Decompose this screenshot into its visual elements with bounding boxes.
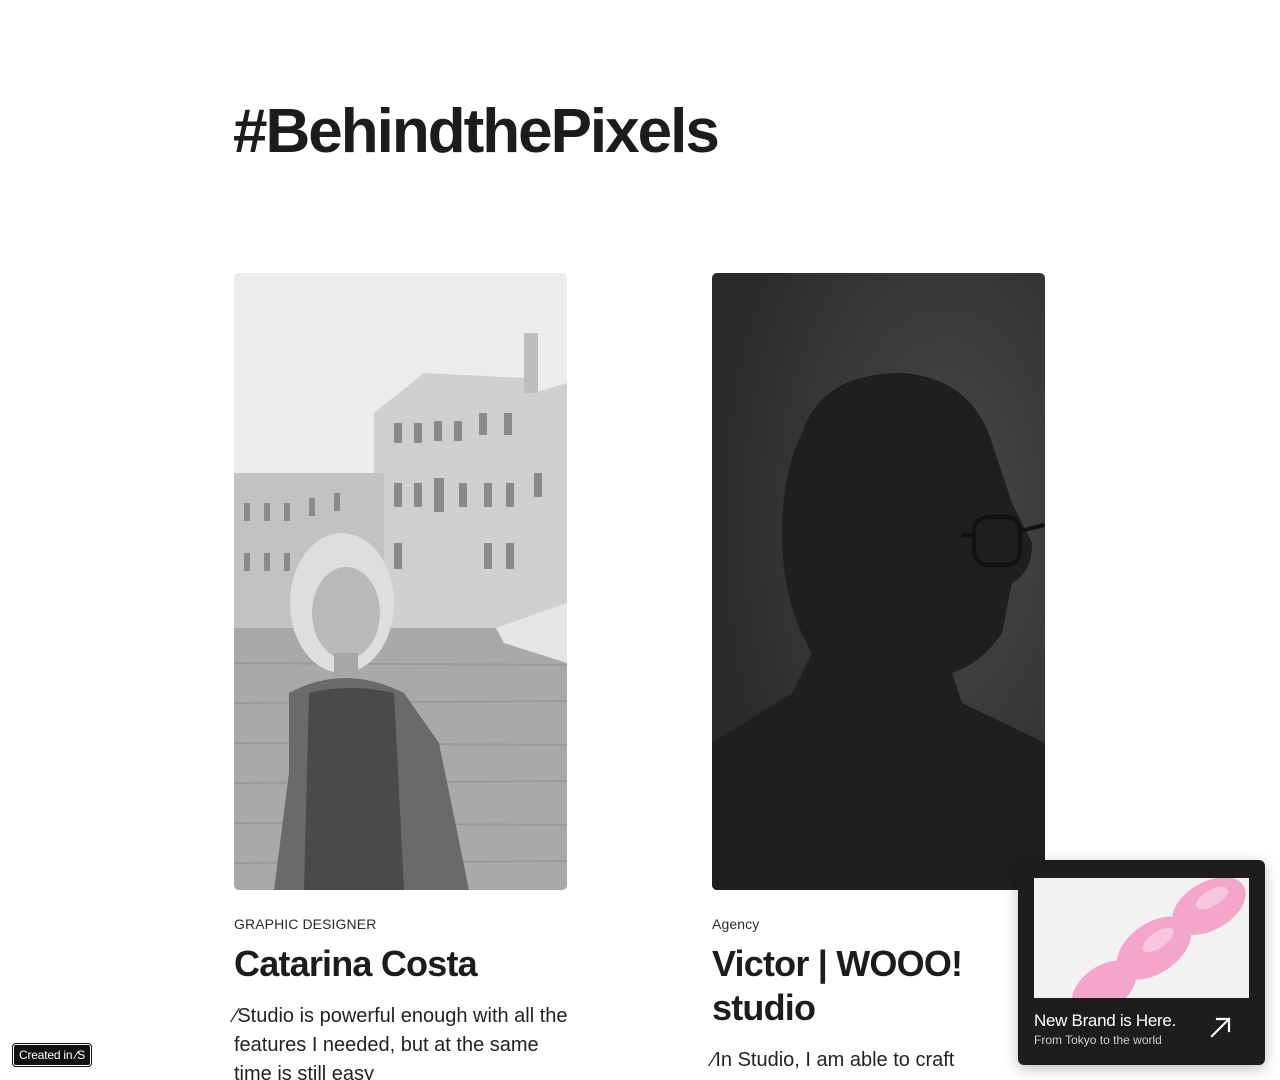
testimonial-card[interactable]: Agency Victor | WOOO! studio ∕In Studio,… xyxy=(712,273,1045,1075)
card-role: Agency xyxy=(712,916,760,932)
card-name: Catarina Costa xyxy=(234,943,478,984)
promo-title: New Brand is Here. xyxy=(1034,1011,1176,1030)
arrow-up-right-icon[interactable] xyxy=(1208,1014,1234,1040)
portrait-photo xyxy=(712,273,1045,890)
card-name: Victor | WOOO! studio xyxy=(712,943,963,1028)
promo-card[interactable]: New Brand is Here. From Tokyo to the wor… xyxy=(1018,860,1265,1065)
card-quote: ∕Studio is powerful enough with all the … xyxy=(234,1005,568,1080)
promo-subtitle: From Tokyo to the world xyxy=(1034,1033,1162,1047)
page-title: #BehindthePixels xyxy=(233,97,720,166)
card-role: GRAPHIC DESIGNER xyxy=(234,916,377,932)
testimonial-card[interactable]: GRAPHIC DESIGNER Catarina Costa ∕Studio … xyxy=(234,273,568,1080)
card-quote: ∕In Studio, I am able to craft xyxy=(712,1049,955,1071)
portrait-photo xyxy=(234,273,567,890)
page: #BehindthePixels GRAPHIC DESIGNER Catari… xyxy=(0,0,1280,1080)
promo-thumbnail xyxy=(1034,878,1249,998)
created-in-badge[interactable]: Created in ∕S xyxy=(13,1044,92,1066)
